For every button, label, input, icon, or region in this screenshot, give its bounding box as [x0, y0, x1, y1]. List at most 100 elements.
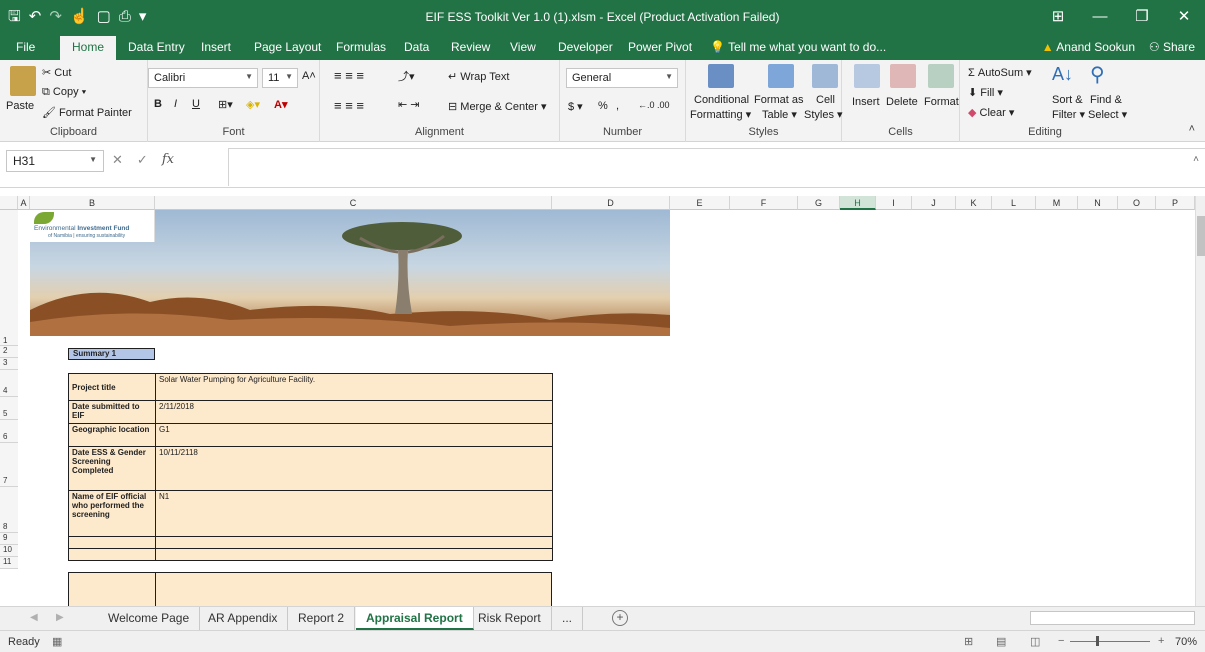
tab-file[interactable]: File [16, 40, 35, 54]
zoom-slider[interactable] [1070, 641, 1150, 642]
font-size-dropdown[interactable]: 11 ▼ [262, 68, 298, 88]
tab-formulas[interactable]: Formulas [336, 40, 386, 54]
table-cell-value[interactable]: 2/11/2018 [155, 400, 553, 424]
collapse-ribbon-icon[interactable]: ˄ [1189, 123, 1195, 135]
search-icon[interactable]: ⚲ [1090, 62, 1105, 87]
format-cells-icon[interactable] [928, 64, 954, 88]
column-header-m[interactable]: M [1036, 196, 1078, 210]
tab-view[interactable]: View [510, 40, 536, 54]
sort-filter-button[interactable]: Sort & [1052, 94, 1083, 106]
align-top-icon[interactable]: ≡ ≡ ≡ [334, 68, 364, 83]
table-cell-value[interactable]: N1 [155, 490, 553, 537]
name-box[interactable]: H31 ▼ [6, 150, 104, 172]
table-cell-value[interactable] [155, 548, 553, 561]
format-button[interactable]: Format [924, 96, 959, 108]
sort-filter-button-line2[interactable]: Filter ▾ [1052, 108, 1085, 121]
vertical-scrollbar[interactable] [1195, 196, 1205, 606]
column-header-d[interactable]: D [552, 196, 670, 210]
previous-sheet-icon[interactable]: ◀ [30, 612, 38, 623]
table-cell-key[interactable]: Date submitted to EIF [68, 400, 156, 424]
table-cell-key[interactable]: Project title [68, 373, 156, 401]
currency-button[interactable]: $ ▾ [568, 100, 583, 113]
zoom-level[interactable]: 70% [1175, 636, 1197, 648]
column-header-o[interactable]: O [1118, 196, 1156, 210]
minimize-button[interactable]: — [1079, 0, 1121, 36]
wrap-text-button[interactable]: ↵ Wrap Text [448, 70, 509, 83]
font-name-dropdown[interactable]: Calibri ▼ [148, 68, 258, 88]
table-cell-key[interactable]: Name of EIF official who performed the s… [68, 490, 156, 537]
grow-font-icon[interactable]: A˄ [302, 70, 316, 82]
enter-icon[interactable]: ✓ [137, 152, 148, 168]
row-header-4[interactable]: 4 [0, 370, 18, 397]
align-left-icon[interactable]: ≡ ≡ ≡ [334, 98, 364, 113]
share-button[interactable]: ⚇ Share [1149, 40, 1195, 54]
macro-record-icon[interactable]: ▦ [52, 635, 62, 648]
column-header-i[interactable]: I [876, 196, 912, 210]
find-select-button[interactable]: Find & [1090, 94, 1122, 106]
format-painter-button[interactable]: 🖌 Format Painter [42, 106, 132, 119]
table-cell-key[interactable] [68, 536, 156, 549]
table-cell-value[interactable]: G1 [155, 423, 553, 447]
close-button[interactable]: ✕ [1163, 0, 1205, 36]
row-header-11[interactable]: 11 [0, 557, 18, 569]
sheet-tab-welcome-page[interactable]: Welcome Page [98, 607, 201, 630]
tab-power-pivot[interactable]: Power Pivot [628, 40, 692, 54]
fill-color-icon[interactable]: ◈▾ [246, 98, 260, 111]
row-header-3[interactable]: 3 [0, 358, 18, 370]
column-header-b[interactable]: B [30, 196, 155, 210]
column-header-k[interactable]: K [956, 196, 992, 210]
summary-label-cell[interactable]: Summary 1 [68, 348, 155, 360]
insert-button[interactable]: Insert [852, 96, 880, 108]
tab-developer[interactable]: Developer [558, 40, 613, 54]
next-sheet-icon[interactable]: ▶ [56, 612, 64, 623]
sort-icon[interactable]: A↓ [1052, 64, 1073, 85]
cell-styles-button-line2[interactable]: Styles ▾ [804, 108, 843, 121]
zoom-in-icon[interactable]: + [1158, 635, 1164, 647]
borders-icon[interactable]: ⊞▾ [218, 98, 233, 111]
table-cell-value[interactable]: 10/11/2118 [155, 446, 553, 491]
column-header-g[interactable]: G [798, 196, 840, 210]
paste-button[interactable]: Paste [6, 100, 34, 112]
page-break-view-icon[interactable]: ◫ [1030, 635, 1040, 648]
column-header-p[interactable]: P [1156, 196, 1195, 210]
column-header-a[interactable]: A [18, 196, 30, 210]
find-select-button-line2[interactable]: Select ▾ [1088, 108, 1127, 121]
conditional-formatting-button[interactable]: Conditional [694, 94, 749, 106]
italic-button[interactable]: I [174, 98, 177, 110]
clear-button[interactable]: ◆ Clear ▾ [968, 106, 1014, 119]
column-header-e[interactable]: E [670, 196, 730, 210]
user-account[interactable]: ▲ Anand Sookun [1042, 40, 1135, 54]
number-format-dropdown[interactable]: General ▼ [566, 68, 678, 88]
table-cell-key[interactable]: Geographic location [68, 423, 156, 447]
cut-button[interactable]: ✂ Cut [42, 66, 71, 79]
cell-styles-button[interactable]: Cell [816, 94, 835, 106]
row-header-8[interactable]: 8 [0, 487, 18, 533]
row-header-5[interactable]: 5 [0, 397, 18, 420]
sheet-tab-ar-appendix[interactable]: AR Appendix [198, 607, 289, 630]
delete-cells-icon[interactable] [890, 64, 916, 88]
zoom-slider-knob[interactable] [1096, 636, 1099, 646]
paste-icon[interactable] [10, 66, 36, 96]
table-cell-key[interactable] [68, 548, 156, 561]
table-cell-value[interactable]: Solar Water Pumping for Agriculture Faci… [155, 373, 553, 401]
cancel-icon[interactable]: ✕ [112, 152, 123, 168]
row-header-9[interactable]: 9 [0, 533, 18, 545]
font-color-icon[interactable]: A▾ [274, 98, 287, 111]
ribbon-display-options-button[interactable]: ⊞ [1037, 0, 1079, 36]
tab-data-entry[interactable]: Data Entry [128, 40, 185, 54]
formula-input[interactable] [228, 148, 1205, 186]
sheet-tab-risk-report[interactable]: Risk Report [468, 607, 552, 630]
comma-button[interactable]: , [616, 100, 619, 112]
cell-styles-icon[interactable] [812, 64, 838, 88]
decimal-icon[interactable]: ←.0 .00 [638, 100, 670, 110]
orientation-icon[interactable]: ⤴▾ [398, 68, 415, 84]
insert-function-button[interactable]: fx [162, 152, 174, 168]
tab-review[interactable]: Review [451, 40, 490, 54]
normal-view-icon[interactable]: ⊞ [964, 635, 973, 648]
worksheet-grid[interactable]: A B C D E F G H I J K L M N O P 1 2 3 4 … [0, 196, 1195, 606]
page-layout-view-icon[interactable]: ▤ [996, 635, 1006, 648]
tab-insert[interactable]: Insert [201, 40, 231, 54]
autosum-button[interactable]: Σ AutoSum ▾ [968, 66, 1032, 79]
sheet-tab-report-2[interactable]: Report 2 [288, 607, 356, 630]
delete-button[interactable]: Delete [886, 96, 918, 108]
